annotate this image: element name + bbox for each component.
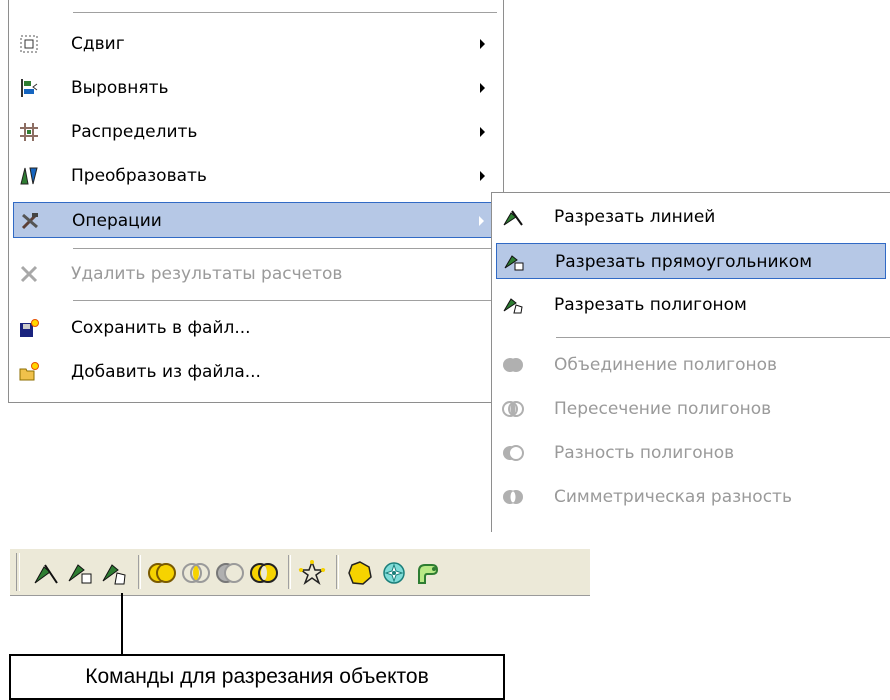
delete-icon xyxy=(19,264,39,284)
menu-item-delete-results: Удалить результаты расчетов xyxy=(13,256,499,292)
cut-line-icon xyxy=(502,207,523,227)
polygon-icon[interactable] xyxy=(346,559,374,587)
menu-item-distribute[interactable]: Распределить xyxy=(13,114,499,150)
cut-rectangle-icon[interactable] xyxy=(66,559,94,587)
menu-item-save-file[interactable]: Сохранить в файл... xyxy=(13,310,499,346)
menu-item-label: Пересечение полигонов xyxy=(554,399,772,419)
difference-icon xyxy=(502,443,524,463)
menu-item-label: Операции xyxy=(72,211,162,231)
menu-separator xyxy=(73,12,497,13)
menu-item-label: Симметрическая разность xyxy=(554,487,792,507)
move-icon xyxy=(19,34,39,54)
submenu-item-cut-rectangle[interactable]: Разрезать прямоугольником xyxy=(496,243,886,279)
submenu-item-difference: Разность полигонов xyxy=(496,435,886,471)
submenu-item-cut-line[interactable]: Разрезать линией xyxy=(496,199,886,235)
cut-polygon-icon[interactable] xyxy=(100,559,128,587)
distribute-icon xyxy=(19,122,39,142)
submenu-item-symmetric-difference: Симметрическая разность xyxy=(496,479,886,515)
transform-icon xyxy=(19,166,39,186)
save-file-icon xyxy=(19,318,39,338)
cut-rectangle-icon xyxy=(503,252,524,272)
menu-separator xyxy=(556,337,890,338)
menu-item-label: Сдвиг xyxy=(71,34,125,54)
menu-item-label: Преобразовать xyxy=(71,166,207,186)
menu-item-label: Объединение полигонов xyxy=(554,355,778,375)
callout-text: Команды для разрезания объектов xyxy=(85,665,429,688)
menu-separator xyxy=(73,300,497,301)
symmetric-difference-icon[interactable] xyxy=(250,559,278,587)
toolbar-separator xyxy=(336,555,339,589)
menu-item-move[interactable]: Сдвиг xyxy=(13,26,499,62)
difference-icon[interactable] xyxy=(216,559,244,587)
toolbar-separator xyxy=(138,555,141,589)
menu-item-label: Разность полигонов xyxy=(554,443,735,463)
callout-pointer-line xyxy=(121,593,123,655)
submenu-arrow-icon xyxy=(480,39,485,49)
menu-item-add-from-file[interactable]: Добавить из файла... xyxy=(13,354,499,390)
menu-item-align[interactable]: Выровнять xyxy=(13,70,499,106)
intersection-icon xyxy=(502,399,524,419)
submenu-arrow-icon xyxy=(480,171,485,181)
star-icon[interactable] xyxy=(298,559,326,587)
submenu-arrow-icon xyxy=(480,127,485,137)
menu-item-label: Разрезать прямоугольником xyxy=(555,252,813,272)
submenu-arrow-icon xyxy=(480,83,485,93)
menu-item-label: Удалить результаты расчетов xyxy=(71,264,343,284)
cut-line-icon[interactable] xyxy=(32,559,60,587)
toolbar-separator xyxy=(288,555,291,589)
union-icon xyxy=(502,355,523,375)
tools-icon xyxy=(20,211,40,231)
menu-item-label: Сохранить в файл... xyxy=(71,318,251,338)
menu-item-label: Добавить из файла... xyxy=(71,362,261,382)
open-file-icon xyxy=(19,362,39,382)
union-icon[interactable] xyxy=(148,559,176,587)
cut-polygon-icon xyxy=(502,295,523,315)
menu-item-label: Разрезать полигоном xyxy=(554,295,747,315)
menu-item-label: Распределить xyxy=(71,122,198,142)
gear-icon[interactable] xyxy=(380,559,408,587)
toolbar-grip[interactable] xyxy=(16,553,20,591)
context-menu: Сдвиг Выровнять Распределить Преобразова… xyxy=(8,0,504,403)
menu-item-operations[interactable]: Операции xyxy=(13,202,499,238)
operations-submenu: Разрезать линией Разрезать прямоугольник… xyxy=(491,192,890,532)
menu-item-transform[interactable]: Преобразовать xyxy=(13,158,499,194)
operations-toolbar xyxy=(10,548,590,596)
submenu-item-cut-polygon[interactable]: Разрезать полигоном xyxy=(496,287,886,323)
menu-item-label: Выровнять xyxy=(71,78,169,98)
submenu-item-union: Объединение полигонов xyxy=(496,347,886,383)
menu-separator xyxy=(73,248,497,249)
callout-box: Команды для разрезания объектов xyxy=(9,654,505,700)
symmetric-difference-icon xyxy=(502,487,523,507)
align-icon xyxy=(19,78,39,98)
submenu-item-intersection: Пересечение полигонов xyxy=(496,391,886,427)
intersection-icon[interactable] xyxy=(182,559,210,587)
submenu-arrow-icon xyxy=(479,216,484,226)
route-icon[interactable] xyxy=(414,559,442,587)
menu-item-label: Разрезать линией xyxy=(554,207,716,227)
